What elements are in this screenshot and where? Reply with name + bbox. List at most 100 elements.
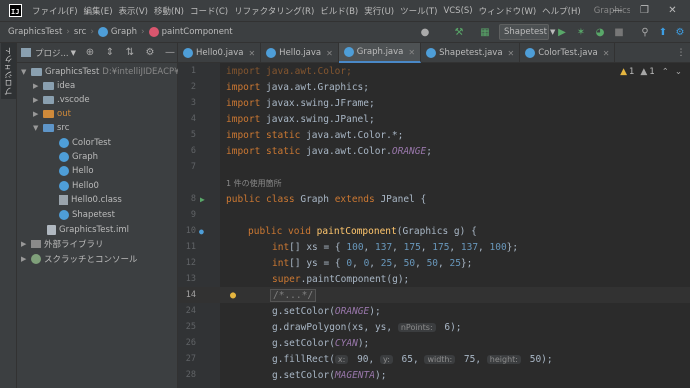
tree-item-label: Shapetest — [72, 210, 115, 220]
run-icon[interactable]: ▶ — [555, 25, 569, 39]
tree-item-src[interactable]: ▼ src — [33, 121, 69, 135]
folded-code[interactable]: /*...*/ — [270, 288, 317, 302]
tree-item-graph[interactable]: Graph — [59, 150, 98, 164]
java-class-icon — [59, 166, 69, 176]
tree-item-hello0[interactable]: Hello0 — [59, 179, 99, 193]
debug-icon[interactable]: ✶ — [574, 25, 588, 39]
close-icon[interactable]: ✕ — [326, 49, 333, 58]
project-tool-button[interactable]: プロジェクト — [1, 43, 16, 99]
tree-item-idea[interactable]: ▶ idea — [33, 79, 75, 93]
search-icon[interactable]: ⚲ — [638, 25, 652, 39]
stop-icon[interactable]: ■ — [612, 25, 626, 39]
locate-icon[interactable]: ⊕ — [84, 47, 96, 58]
code-line: 4 import javax.swing.JPanel; — [178, 111, 690, 127]
code-line: 28 g.setColor(MAGENTA); — [178, 367, 690, 383]
navigation-bar: GraphicsTest › src › Graph › paintCompon… — [0, 21, 690, 43]
coverage-icon[interactable]: ◕ — [593, 25, 607, 39]
tab-hello[interactable]: Hello.java ✕ — [261, 43, 339, 63]
code-token: ORANGE — [391, 145, 427, 157]
intellij-logo-icon[interactable]: IJ — [9, 4, 22, 17]
line-number: 11 — [185, 242, 196, 252]
menu-vcs[interactable]: VCS(S) — [440, 6, 475, 16]
user-icon[interactable]: ● — [418, 25, 432, 39]
menu-refactor[interactable]: リファクタリング(R) — [231, 5, 317, 17]
code-text: g.setColor(ORANGE); — [272, 306, 381, 317]
code-token: javax.swing.JPanel; — [260, 113, 375, 125]
line-number: 12 — [185, 258, 196, 268]
menu-edit[interactable]: 編集(E) — [81, 5, 116, 17]
close-icon[interactable]: ✕ — [248, 49, 255, 58]
code-token: CYAN — [334, 337, 358, 349]
code-text: g.setColor(MAGENTA); — [272, 370, 386, 381]
breadcrumb-project[interactable]: GraphicsTest — [8, 27, 62, 37]
menu-build[interactable]: ビルド(B) — [317, 5, 361, 17]
menu-code[interactable]: コード(C) — [187, 5, 231, 17]
update-icon[interactable]: ⬆ — [656, 25, 670, 39]
tab-hello0[interactable]: Hello0.java ✕ — [178, 43, 262, 63]
run-config-selector[interactable]: Shapetest ▼ — [499, 24, 555, 40]
tree-item-scratches[interactable]: ▶ スクラッチとコンソール — [21, 252, 138, 266]
tree-item-hello0-class[interactable]: Hello0.class — [59, 193, 122, 207]
code-token: 137 — [460, 241, 479, 253]
run-gutter-icon[interactable]: ▶ — [200, 195, 205, 204]
code-token: }; — [460, 257, 473, 269]
tree-item-hello[interactable]: Hello — [59, 164, 94, 178]
tree-root[interactable]: ▼ GraphicsTest D:¥intelliJIDEACP¥ — [21, 65, 180, 79]
parameter-hint: height: — [486, 354, 521, 364]
java-class-icon — [183, 48, 193, 58]
tree-item-external-libraries[interactable]: ▶ 外部ライブラリ — [21, 237, 104, 251]
code-text: import static java.awt.Color.ORANGE; — [226, 146, 432, 157]
menu-navigate[interactable]: 移動(N) — [151, 5, 187, 17]
breadcrumb-folder[interactable]: src — [74, 27, 86, 37]
project-panel-title[interactable]: プロジ... — [35, 47, 69, 59]
menu-view[interactable]: 表示(V) — [116, 5, 151, 17]
close-icon[interactable]: ✕ — [603, 49, 610, 58]
code-token: , — [352, 257, 364, 269]
tree-item-colortest[interactable]: ColorTest — [59, 136, 111, 150]
tree-item-label: Hello0 — [72, 181, 99, 191]
breadcrumb-class[interactable]: Graph — [97, 27, 137, 37]
tab-overflow-icon[interactable]: ⋮ — [672, 43, 690, 62]
close-icon[interactable]: ✕ — [660, 0, 685, 21]
code-line: 12 int[] ys = { 0, 0, 25, 50, 50, 25}; — [178, 255, 690, 271]
code-token: 90, — [351, 353, 380, 365]
override-gutter-icon[interactable]: ● — [199, 227, 204, 236]
tab-label: Shapetest.java — [439, 48, 503, 58]
restore-icon[interactable]: ❐ — [632, 0, 657, 21]
breadcrumb-method[interactable]: paintComponent — [148, 27, 233, 37]
minimize-icon[interactable]: — — [605, 0, 630, 21]
chevron-down-icon[interactable]: ▼ — [71, 49, 76, 57]
tree-item-shapetest[interactable]: Shapetest — [59, 208, 115, 222]
settings-icon[interactable]: ⚙ — [673, 25, 687, 39]
menu-window[interactable]: ウィンドウ(W) — [476, 5, 540, 17]
tab-colortest[interactable]: ColorTest.java ✕ — [520, 43, 616, 63]
gear-icon[interactable]: ⚙ — [144, 47, 156, 58]
code-token: ); — [369, 305, 381, 317]
close-icon[interactable]: ✕ — [408, 48, 415, 57]
code-editor[interactable]: ▲ 1 ▲ 1 ⌃ ⌄ 1 import java.awt.Color; 2 i… — [178, 63, 690, 388]
chevron-right-icon: ▶ — [21, 255, 27, 263]
lightbulb-icon[interactable]: ● — [230, 290, 236, 301]
usage-hint[interactable]: 1 件の使用箇所 — [226, 178, 282, 189]
folder-icon — [43, 124, 54, 132]
code-token: g.setColor( — [272, 369, 335, 381]
tab-shapetest[interactable]: Shapetest.java ✕ — [421, 43, 521, 63]
tree-item-vscode[interactable]: ▶ .vscode — [33, 93, 90, 107]
line-number: 5 — [190, 130, 196, 140]
menu-tools[interactable]: ツール(T) — [397, 5, 440, 17]
tree-item-iml[interactable]: GraphicsTest.iml — [47, 223, 129, 237]
project-panel-header: プロジ... ▼ ⊕ ⇕ ⇅ ⚙ — — [17, 43, 177, 63]
menu-help[interactable]: ヘルプ(H) — [539, 5, 584, 17]
menu-file[interactable]: ファイル(F) — [29, 5, 81, 17]
collapse-all-icon[interactable]: ⇅ — [124, 47, 136, 58]
close-icon[interactable]: ✕ — [508, 49, 515, 58]
code-text: int[] xs = { 100, 137, 175, 175, 137, 10… — [272, 242, 518, 253]
tree-item-out[interactable]: ▶ out — [33, 107, 71, 121]
library-icon — [31, 240, 41, 248]
code-token: javax.swing.JFrame; — [260, 97, 375, 109]
tab-graph[interactable]: Graph.java ✕ — [338, 43, 422, 63]
build-hammer-icon[interactable]: ⚒ — [452, 25, 466, 39]
hide-icon[interactable]: — — [164, 47, 176, 58]
expand-all-icon[interactable]: ⇕ — [104, 47, 116, 58]
menu-run[interactable]: 実行(U) — [361, 5, 397, 17]
